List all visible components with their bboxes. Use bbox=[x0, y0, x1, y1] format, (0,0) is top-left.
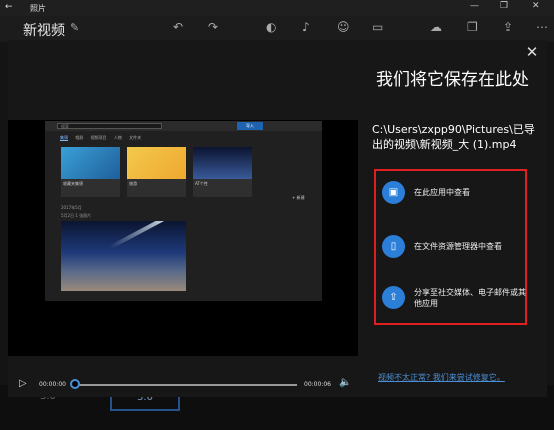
view-in-explorer-option[interactable]: ▯ 在文件资源管理器中查看 bbox=[382, 233, 522, 263]
share-option[interactable]: ⇪ 分享至社交媒体、电子邮件或其他应用 bbox=[382, 284, 526, 314]
close-window-icon[interactable]: ✕ bbox=[532, 1, 540, 11]
video-frame: 搜索 导入 集锦 相册 视频项目 人物 文件夹 收藏夹集锦 旅游 AT个性 20… bbox=[45, 121, 322, 301]
close-icon[interactable]: ✕ bbox=[522, 42, 542, 62]
aspect-ratio-icon[interactable]: ▭ bbox=[372, 20, 383, 34]
frame-import-button: 导入 bbox=[237, 122, 263, 130]
option-label: 在文件资源管理器中查看 bbox=[414, 242, 502, 251]
view-in-app-option[interactable]: ▣ 在此应用中查看 bbox=[382, 179, 522, 209]
options-panel: ▣ 在此应用中查看 ▯ 在文件资源管理器中查看 ⇪ 分享至社交媒体、电子邮件或其… bbox=[374, 169, 527, 325]
frame-date: 2017年5月 bbox=[61, 205, 82, 210]
repair-video-link[interactable]: 视频不太正常? 我们来尝试修复它。 bbox=[378, 372, 505, 383]
play-icon[interactable]: ▷ bbox=[19, 378, 27, 389]
frame-date: 5月2日 1 张照片 bbox=[61, 213, 92, 218]
frame-tabs: 集锦 相册 视频项目 人物 文件夹 bbox=[60, 135, 147, 141]
image-icon: ▣ bbox=[382, 181, 405, 204]
minimize-icon[interactable]: — bbox=[470, 1, 479, 11]
frame-thumbnail bbox=[127, 147, 186, 179]
current-time: 00:00:00 bbox=[39, 381, 66, 388]
duplicate-icon[interactable]: ❐ bbox=[467, 20, 478, 34]
frame-search: 搜索 bbox=[57, 123, 162, 129]
frame-caption: AT个性 bbox=[193, 179, 252, 197]
redo-icon[interactable]: ↷ bbox=[208, 20, 218, 34]
edit-icon[interactable]: ✎ bbox=[70, 21, 79, 34]
frame-tab: 人物 bbox=[113, 135, 122, 140]
volume-icon[interactable]: 🔈 bbox=[339, 377, 351, 388]
frame-tab: 视频项目 bbox=[90, 135, 107, 140]
app-title: 照片 bbox=[30, 4, 46, 13]
total-time: 00:00:06 bbox=[304, 381, 331, 388]
upload-icon[interactable]: ☁ bbox=[430, 20, 442, 34]
frame-thumbnail bbox=[61, 147, 120, 179]
save-path: C:\Users\zxpp90\Pictures\已导出的视频\新视频_大 (1… bbox=[372, 123, 535, 151]
export-complete-dialog: ✕ 搜索 导入 集锦 相册 视频项目 人物 文件夹 收藏夹集锦 旅游 AT个性 … bbox=[8, 40, 547, 397]
video-preview: 搜索 导入 集锦 相册 视频项目 人物 文件夹 收藏夹集锦 旅游 AT个性 20… bbox=[8, 120, 358, 389]
option-label: 在此应用中查看 bbox=[414, 188, 470, 197]
frame-tab: 相册 bbox=[75, 135, 84, 140]
title-bar: ← 照片 — ❐ ✕ bbox=[0, 0, 554, 16]
frame-thumbnail bbox=[193, 147, 252, 179]
option-label: 分享至社交媒体、电子邮件或其他应用 bbox=[414, 288, 526, 308]
editor-toolbar: 新视频 ✎ ↶ ↷ ◐ ♪ ☺ ▭ ☁ ❐ ⇪ ⋯ bbox=[0, 16, 554, 42]
frame-topbar: 搜索 导入 bbox=[45, 121, 322, 131]
share-icon: ⇪ bbox=[382, 286, 405, 309]
comet-photo bbox=[61, 221, 186, 291]
seek-thumb[interactable] bbox=[70, 379, 80, 389]
maximize-icon[interactable]: ❐ bbox=[500, 1, 508, 11]
more-icon[interactable]: ⋯ bbox=[536, 20, 548, 34]
frame-caption: 旅游 bbox=[127, 179, 186, 197]
seek-bar[interactable] bbox=[74, 384, 297, 386]
file-explorer-icon: ▯ bbox=[382, 235, 405, 258]
voice-icon[interactable]: ☺ bbox=[337, 20, 350, 34]
frame-tab: 文件夹 bbox=[129, 135, 142, 140]
comet-streak bbox=[109, 221, 173, 250]
share-icon[interactable]: ⇪ bbox=[503, 20, 513, 34]
music-icon[interactable]: ♪ bbox=[302, 20, 310, 34]
frame-tab: 集锦 bbox=[60, 135, 68, 141]
frame-caption: 收藏夹集锦 bbox=[61, 179, 120, 197]
back-arrow-icon[interactable]: ← bbox=[5, 2, 13, 12]
project-title[interactable]: 新视频 bbox=[23, 20, 65, 40]
theme-icon[interactable]: ◐ bbox=[266, 20, 276, 34]
frame-new: + 新建 bbox=[292, 195, 305, 200]
dialog-headline: 我们将它保存在此处 bbox=[376, 70, 529, 90]
undo-icon[interactable]: ↶ bbox=[173, 20, 183, 34]
